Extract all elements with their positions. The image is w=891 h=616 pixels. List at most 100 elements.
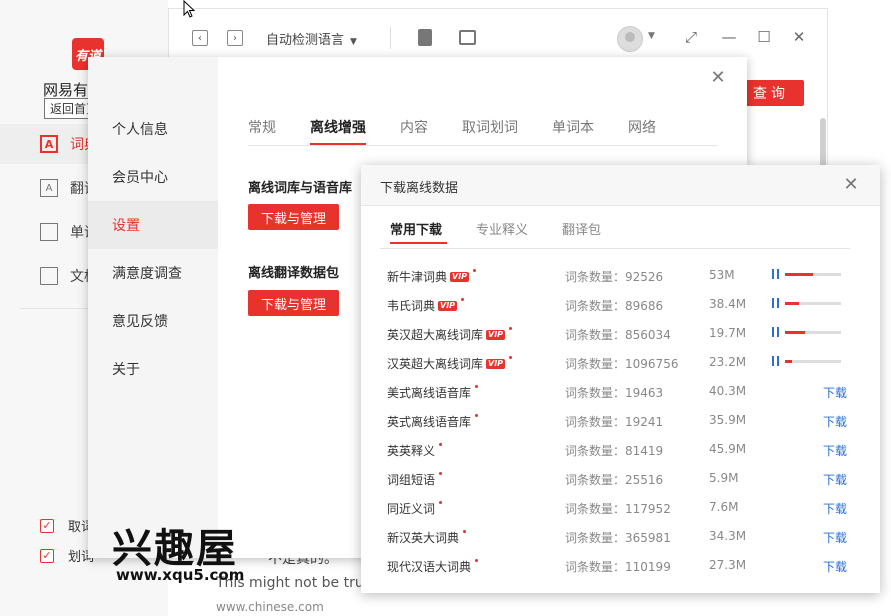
settings-nav-profile[interactable]: 个人信息 xyxy=(88,105,218,153)
download-link[interactable]: 下载 xyxy=(823,384,847,401)
chevron-down-icon[interactable]: ▼ xyxy=(648,31,655,41)
download-row: 英英释义 词条数量：81419 45.9M 下载 xyxy=(361,435,880,464)
chevron-right-icon[interactable]: › xyxy=(227,30,243,46)
screenshot-icon[interactable] xyxy=(459,30,476,45)
entry-count-label: 词条数量： xyxy=(565,415,626,429)
maximize-icon[interactable]: ☐ xyxy=(755,28,773,46)
download-dialog: 下载离线数据 ✕ 常用下载 专业释义 翻译包 新牛津词典 VIP 词条数量：9252… xyxy=(361,165,880,593)
file-size: 45.9M xyxy=(709,442,747,456)
minimize-icon[interactable]: — xyxy=(720,28,738,46)
settings-nav-settings[interactable]: 设置 xyxy=(88,201,218,249)
settings-nav-feedback[interactable]: 意见反馈 xyxy=(88,297,218,345)
close-icon[interactable]: ✕ xyxy=(841,174,861,195)
pause-icon[interactable] xyxy=(772,356,779,366)
download-link[interactable]: 下载 xyxy=(823,500,847,517)
pause-icon[interactable] xyxy=(772,298,779,308)
settings-nav-survey[interactable]: 满意度调查 xyxy=(88,249,218,297)
tab-translate-pack[interactable]: 翻译包 xyxy=(562,219,601,238)
avatar[interactable] xyxy=(617,26,643,52)
download-row: 美式离线语音库 词条数量：19463 40.3M 下载 xyxy=(361,377,880,406)
download-row: 英式离线语音库 词条数量：19241 35.9M 下载 xyxy=(361,406,880,435)
tab-offline[interactable]: 离线增强 xyxy=(310,117,366,137)
settings-nav-membership[interactable]: 会员中心 xyxy=(88,153,218,201)
tab-wordbook[interactable]: 单词本 xyxy=(552,117,594,137)
download-link[interactable]: 下载 xyxy=(823,471,847,488)
download-link[interactable]: 下载 xyxy=(823,413,847,430)
tab-professional[interactable]: 专业释义 xyxy=(476,219,528,238)
download-row: 韦氏词典 VIP 词条数量：89686 38.4M xyxy=(361,290,880,319)
example-source: www.chinese.com xyxy=(216,600,324,614)
entry-count-value: 19241 xyxy=(625,415,664,429)
language-select-label: 自动检测语言 xyxy=(266,33,345,48)
progress-bar xyxy=(785,360,841,363)
dict-name-text: 词组短语 xyxy=(387,473,436,487)
new-dot-icon xyxy=(475,559,479,562)
checkbox-icon[interactable]: ✓ xyxy=(40,548,54,563)
progress-fill xyxy=(785,331,805,334)
progress-bar xyxy=(785,331,841,334)
tab-general[interactable]: 常规 xyxy=(248,117,276,137)
file-size: 53M xyxy=(709,268,735,282)
download-manage-button[interactable]: 下载与管理 xyxy=(248,290,339,316)
entry-count-label: 词条数量： xyxy=(565,270,626,284)
tab-content[interactable]: 内容 xyxy=(400,117,428,137)
progress-bar xyxy=(785,302,841,305)
tab-capture[interactable]: 取词划词 xyxy=(462,117,518,137)
language-select[interactable]: 自动检测语言 ▼ xyxy=(266,29,357,48)
pause-icon[interactable] xyxy=(772,269,779,279)
pause-icon[interactable] xyxy=(772,327,779,337)
translate-icon: A xyxy=(40,179,58,197)
download-row: 同近义词 词条数量：117952 7.6M 下载 xyxy=(361,493,880,522)
dict-name-text: 英汉超大离线词库 xyxy=(387,328,484,342)
entry-count-value: 1096756 xyxy=(625,357,679,371)
dict-name-text: 英英释义 xyxy=(387,444,436,458)
toolbar-divider xyxy=(390,27,391,49)
vip-badge: VIP xyxy=(438,300,458,311)
tab-divider xyxy=(248,145,718,146)
entry-count-label: 词条数量： xyxy=(565,386,626,400)
checkbox-icon[interactable]: ✓ xyxy=(40,518,54,533)
tab-active-indicator xyxy=(390,242,447,244)
dict-name-text: 美式离线语音库 xyxy=(387,386,472,400)
check-select-word[interactable]: ✓ 划词 xyxy=(40,546,94,565)
expand-icon[interactable]: ⤢ xyxy=(682,28,700,46)
wordbook-icon xyxy=(40,223,58,241)
vip-badge: VIP xyxy=(486,329,506,340)
settings-nav-about[interactable]: 关于 xyxy=(88,345,218,393)
entry-count: 词条数量：81419 xyxy=(565,442,663,459)
entry-count-value: 856034 xyxy=(625,328,671,342)
progress-fill xyxy=(785,302,799,305)
download-manage-button[interactable]: 下载与管理 xyxy=(248,204,339,230)
check-capture-word[interactable]: ✓ 取词 xyxy=(40,516,94,535)
dict-name: 英汉超大离线词库 VIP xyxy=(387,326,513,343)
dict-name-text: 同近义词 xyxy=(387,502,436,516)
tab-common-download[interactable]: 常用下载 xyxy=(390,219,442,238)
entry-count-label: 词条数量： xyxy=(565,357,626,371)
chevron-left-icon[interactable]: ‹ xyxy=(192,30,208,46)
file-size: 34.3M xyxy=(709,529,747,543)
document-translate-icon[interactable] xyxy=(418,29,432,46)
download-link[interactable]: 下载 xyxy=(823,558,847,575)
close-icon[interactable]: ✕ xyxy=(790,28,808,46)
download-link[interactable]: 下载 xyxy=(823,442,847,459)
tab-active-indicator xyxy=(310,143,366,145)
dict-name: 英式离线语音库 xyxy=(387,413,479,430)
tab-network[interactable]: 网络 xyxy=(628,117,656,137)
document-icon xyxy=(40,267,58,285)
entry-count-label: 词条数量： xyxy=(565,560,626,574)
file-size: 27.3M xyxy=(709,558,747,572)
entry-count-label: 词条数量： xyxy=(565,502,626,516)
download-link[interactable]: 下载 xyxy=(823,529,847,546)
dict-name: 同近义词 xyxy=(387,500,443,517)
entry-count: 词条数量：19241 xyxy=(565,413,663,430)
dict-name: 韦氏词典 VIP xyxy=(387,297,465,314)
file-size: 40.3M xyxy=(709,384,747,398)
dict-name: 词组短语 xyxy=(387,471,443,488)
dict-name: 现代汉语大词典 xyxy=(387,558,479,575)
new-dot-icon xyxy=(475,414,479,417)
dict-name-text: 新牛津词典 xyxy=(387,270,448,284)
close-icon[interactable]: ✕ xyxy=(708,67,728,88)
entry-count-value: 110199 xyxy=(625,560,671,574)
new-dot-icon xyxy=(509,327,513,330)
query-button[interactable]: 查询 xyxy=(738,80,804,106)
